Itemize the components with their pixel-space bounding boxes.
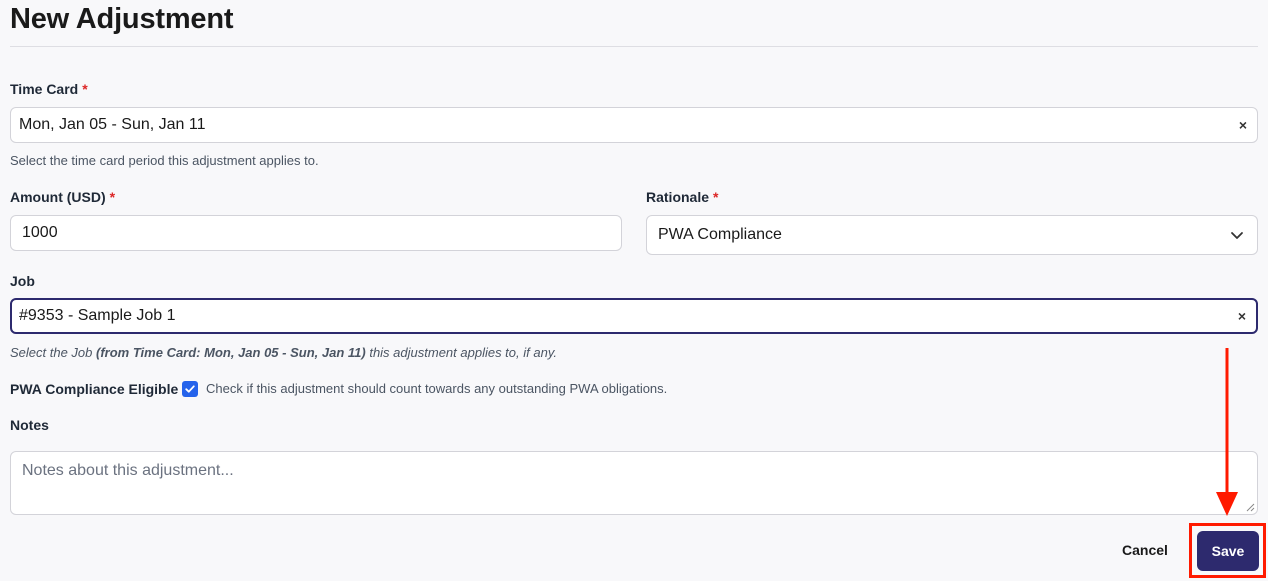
- amount-value: 1000: [22, 224, 58, 241]
- job-label: Job: [10, 273, 35, 289]
- required-mark: *: [109, 189, 116, 205]
- required-mark: *: [82, 81, 88, 97]
- clear-icon[interactable]: ×: [1238, 308, 1246, 324]
- rationale-select[interactable]: PWA Compliance: [646, 215, 1258, 255]
- notes-placeholder: Notes about this adjustment...: [22, 462, 234, 479]
- job-value: #9353 - Sample Job 1: [19, 307, 176, 324]
- job-help: Select the Job (from Time Card: Mon, Jan…: [10, 345, 557, 360]
- job-help-suffix: this adjustment applies to, if any.: [369, 345, 557, 360]
- job-help-prefix: Select the Job: [10, 345, 93, 360]
- checkmark-icon: [185, 385, 195, 393]
- cancel-button[interactable]: Cancel: [1122, 542, 1168, 558]
- amount-label-text: Amount (USD): [10, 189, 106, 205]
- amount-label: Amount (USD) *: [10, 189, 115, 205]
- down-arrow-icon: [1216, 348, 1238, 516]
- notes-label: Notes: [10, 417, 49, 433]
- save-button[interactable]: Save: [1197, 531, 1259, 571]
- required-mark: *: [713, 189, 719, 205]
- amount-input[interactable]: 1000: [10, 215, 622, 251]
- clear-icon[interactable]: ×: [1239, 117, 1247, 133]
- rationale-label: Rationale *: [646, 189, 718, 205]
- title-divider: [10, 46, 1258, 47]
- time-card-label: Time Card *: [10, 81, 88, 97]
- resize-grip-icon[interactable]: [1245, 502, 1255, 512]
- time-card-help: Select the time card period this adjustm…: [10, 153, 319, 168]
- pwa-eligible-label: PWA Compliance Eligible: [10, 381, 179, 397]
- chevron-down-icon: [1231, 232, 1243, 239]
- time-card-value: Mon, Jan 05 - Sun, Jan 11: [19, 116, 206, 133]
- job-help-timecard: (from Time Card: Mon, Jan 05 - Sun, Jan …: [96, 345, 366, 360]
- pwa-eligible-checkbox[interactable]: [182, 381, 198, 397]
- job-select[interactable]: #9353 - Sample Job 1 ×: [10, 298, 1258, 334]
- rationale-label-text: Rationale: [646, 189, 710, 205]
- rationale-value: PWA Compliance: [658, 226, 782, 243]
- time-card-label-text: Time Card: [10, 81, 79, 97]
- time-card-select[interactable]: Mon, Jan 05 - Sun, Jan 11 ×: [10, 107, 1258, 143]
- notes-textarea[interactable]: Notes about this adjustment...: [10, 451, 1258, 515]
- page-title: New Adjustment: [10, 3, 234, 35]
- pwa-eligible-help: Check if this adjustment should count to…: [206, 381, 668, 396]
